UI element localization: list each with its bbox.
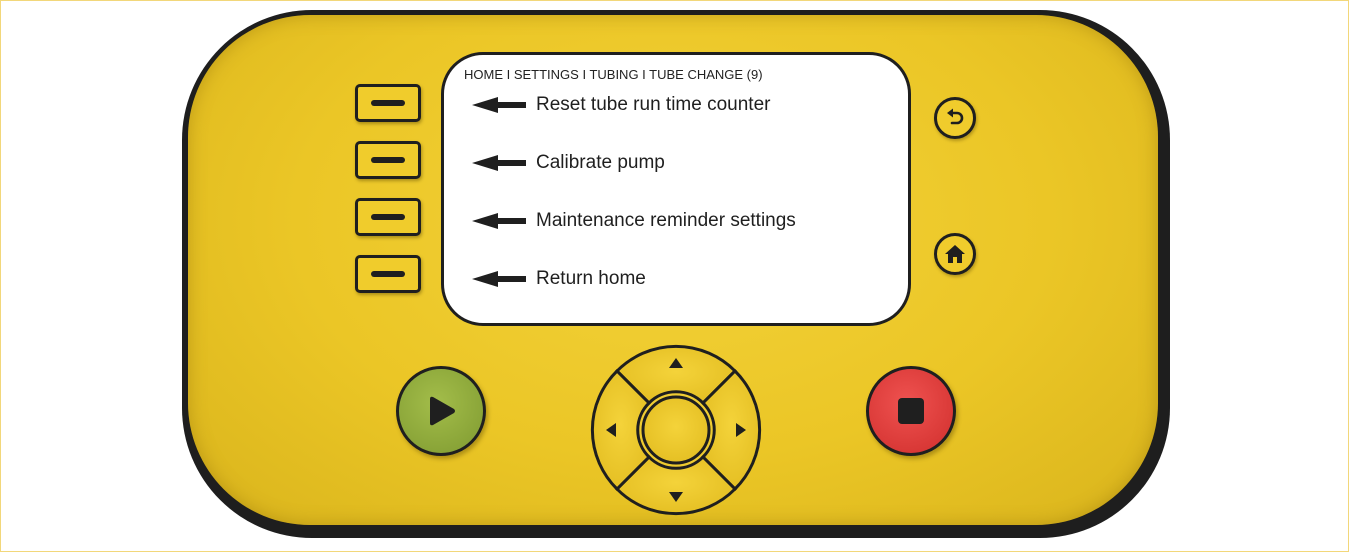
home-icon <box>945 245 965 263</box>
left-arrow-icon <box>472 155 526 171</box>
stop-button[interactable] <box>866 366 956 456</box>
start-button[interactable] <box>396 366 486 456</box>
menu-item-label: Calibrate pump <box>536 152 665 173</box>
menu-item-label: Maintenance reminder settings <box>536 210 796 231</box>
dash-icon <box>371 214 405 220</box>
dash-icon <box>371 271 405 277</box>
dash-icon <box>371 157 405 163</box>
back-button[interactable] <box>934 97 976 139</box>
menu-item-calibrate-pump: Calibrate pump <box>472 151 665 175</box>
menu-item-reset-counter: Reset tube run time counter <box>472 93 770 117</box>
soft-key-1[interactable] <box>355 84 421 122</box>
menu-item-maintenance-reminder: Maintenance reminder settings <box>472 209 796 233</box>
soft-key-4[interactable] <box>355 255 421 293</box>
home-button[interactable] <box>934 233 976 275</box>
back-icon <box>947 108 964 125</box>
left-arrow-icon <box>472 271 526 287</box>
left-arrow-icon <box>472 213 526 229</box>
menu-item-label: Reset tube run time counter <box>536 94 771 115</box>
display-screen: HOME I SETTINGS I TUBING I TUBE CHANGE (… <box>441 52 911 326</box>
direction-pad <box>590 344 762 516</box>
dpad-center-button[interactable] <box>641 395 711 465</box>
soft-key-3[interactable] <box>355 198 421 236</box>
left-arrow-icon <box>472 97 526 113</box>
play-icon <box>430 396 455 426</box>
menu-item-return-home: Return home <box>472 267 646 291</box>
menu-item-label: Return home <box>536 268 646 289</box>
stop-icon <box>898 398 924 424</box>
dash-icon <box>371 100 405 106</box>
breadcrumb: HOME I SETTINGS I TUBING I TUBE CHANGE (… <box>464 67 763 82</box>
soft-key-2[interactable] <box>355 141 421 179</box>
